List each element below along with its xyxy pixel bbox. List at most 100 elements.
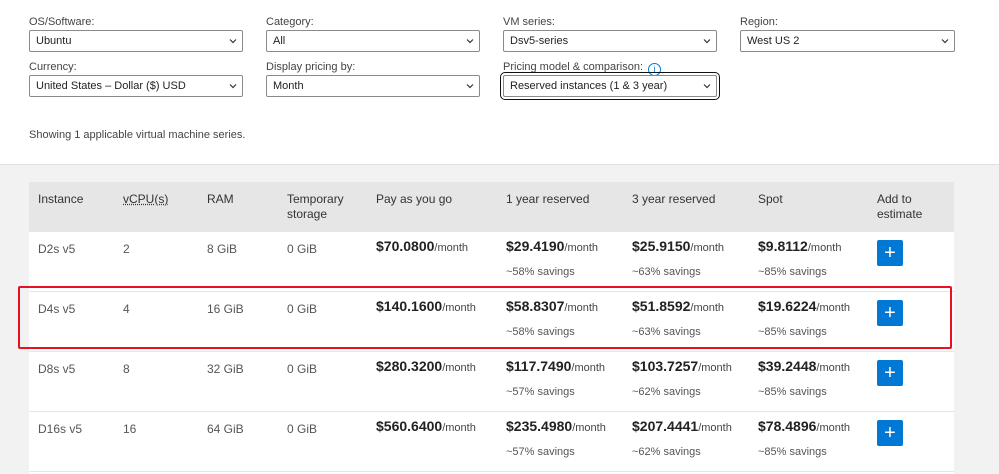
payg-price: $280.3200/month [376,358,476,376]
vm-series-value: Dsv5-series [510,35,569,47]
chevron-down-icon [229,39,237,44]
yr3-amount: $207.4441 [632,418,699,434]
chevron-down-icon [703,39,711,44]
per-month-label: /month [816,362,851,374]
header-add-to-estimate: Add to estimate [877,192,922,222]
table-header: Instance vCPU(s) RAM Temporary storage Pa… [29,182,954,232]
vcpu-value: 2 [123,242,130,256]
header-add-line1: Add to [877,192,912,206]
yr1-savings: ~58% savings [506,326,575,338]
spot-savings: ~85% savings [758,386,827,398]
instance-name: D4s v5 [38,302,76,316]
ram-value: 32 GiB [207,362,244,376]
yr3-price: $25.9150/month [632,238,724,256]
storage-value: 0 GiB [287,362,318,376]
table-row: D8s v5 8 32 GiB 0 GiB $280.3200/month $117.74… [29,352,954,412]
payg-price: $70.0800/month [376,238,468,256]
header-ram: RAM [207,192,234,206]
instance-name: D2s v5 [38,242,76,256]
per-month-label: /month [571,362,606,374]
chevron-down-icon [466,84,474,89]
yr1-amount: $58.8307 [506,298,565,314]
header-temp-storage-line2: storage [287,207,328,221]
per-month-label: /month [442,302,476,314]
category-label: Category: [266,16,314,28]
table-row: D2s v5 2 8 GiB 0 GiB $70.0800/month $29.4190/… [29,232,954,292]
currency-value: United States – Dollar ($) USD [36,80,186,92]
vcpu-value: 8 [123,362,130,376]
region-label: Region: [740,16,778,28]
chevron-down-icon [229,84,237,89]
per-month-label: /month [442,362,476,374]
display-pricing-select[interactable]: Month [266,75,480,97]
ram-value: 8 GiB [207,242,238,256]
spot-amount: $39.2448 [758,358,817,374]
os-label: OS/Software: [29,16,95,28]
header-pay-as-you-go: Pay as you go [376,192,453,206]
yr3-amount: $51.8592 [632,298,691,314]
storage-value: 0 GiB [287,422,318,436]
spot-amount: $9.8112 [758,238,808,254]
per-month-label: /month [698,422,732,434]
per-month-label: /month [698,362,732,374]
yr3-amount: $103.7257 [632,358,699,374]
category-select[interactable]: All [266,30,480,52]
os-value: Ubuntu [36,35,72,47]
yr1-price: $235.4980/month [506,418,606,436]
yr3-price: $103.7257/month [632,358,732,376]
currency-select[interactable]: United States – Dollar ($) USD [29,75,243,97]
region-value: West US 2 [747,35,800,47]
add-to-estimate-button[interactable]: + [877,240,903,266]
region-field: Region: West US 2 [740,15,955,52]
yr1-amount: $29.4190 [506,238,565,254]
pricing-model-select[interactable]: Reserved instances (1 & 3 year) [500,72,720,100]
instance-name: D8s v5 [38,362,76,376]
os-select[interactable]: Ubuntu [29,30,243,52]
per-month-label: /month [690,302,725,314]
spot-price: $78.4896/month [758,418,850,436]
filters-panel: OS/Software: Ubuntu Category: All VM ser… [0,0,999,165]
header-vcpu[interactable]: vCPU(s) [123,192,168,207]
yr3-price: $207.4441/month [632,418,732,436]
chevron-down-icon [703,84,711,89]
pricing-table: Instance vCPU(s) RAM Temporary storage Pa… [29,182,954,474]
display-pricing-field: Display pricing by: Month [266,60,480,97]
ram-value: 64 GiB [207,422,244,436]
chevron-down-icon [941,39,949,44]
category-value: All [273,35,286,47]
yr3-amount: $25.9150 [632,238,691,254]
region-select[interactable]: West US 2 [740,30,955,52]
per-month-label: /month [816,302,851,314]
pricing-model-field: Pricing model & comparison: i Reserved in… [500,60,720,100]
add-to-estimate-button[interactable]: + [877,420,903,446]
add-to-estimate-button[interactable]: + [877,360,903,386]
yr1-price: $117.7490/month [506,358,605,376]
currency-field: Currency: United States – Dollar ($) USD [29,60,243,97]
table-row: D4s v5 4 16 GiB 0 GiB $140.1600/month $58.830… [29,292,954,352]
per-month-label: /month [572,422,606,434]
display-pricing-label: Display pricing by: [266,61,356,73]
header-temp-storage-line1: Temporary [287,192,344,206]
payg-price: $140.1600/month [376,298,476,316]
header-temp-storage: Temporary storage [287,192,344,222]
header-instance: Instance [38,192,84,206]
yr1-price: $58.8307/month [506,298,598,316]
header-add-line2: estimate [877,207,923,221]
payg-amount: $280.3200 [376,358,443,374]
display-pricing-value: Month [273,80,304,92]
header-3-year: 3 year reserved [632,192,716,206]
add-to-estimate-button[interactable]: + [877,300,903,326]
vm-series-select[interactable]: Dsv5-series [503,30,717,52]
chevron-down-icon [466,39,474,44]
vcpu-value: 4 [123,302,130,316]
per-month-label: /month [564,242,599,254]
payg-price: $560.6400/month [376,418,476,436]
spot-price: $39.2448/month [758,358,850,376]
spot-savings: ~85% savings [758,326,827,338]
payg-amount: $140.1600 [376,298,443,314]
yr1-price: $29.4190/month [506,238,598,256]
table-row: D16s v5 16 64 GiB 0 GiB $560.6400/month $235.… [29,412,954,472]
category-field: Category: All [266,15,480,52]
yr3-savings: ~63% savings [632,326,701,338]
spot-savings: ~85% savings [758,266,827,278]
